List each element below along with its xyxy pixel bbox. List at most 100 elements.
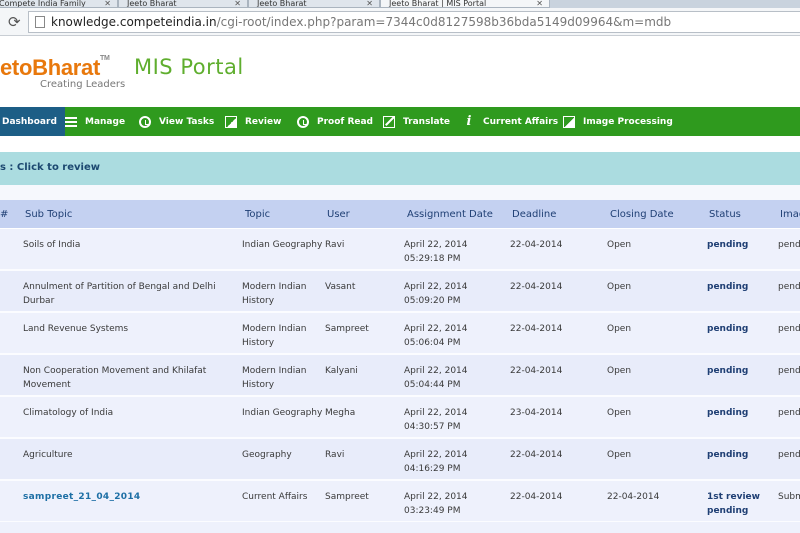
cell-user: Ravi xyxy=(325,240,345,250)
cell-status: pending xyxy=(707,324,749,334)
info-icon: i xyxy=(466,113,472,129)
table-row[interactable]: Land Revenue Systems Modern Indian Histo… xyxy=(0,313,800,355)
cell-closing-date: Open xyxy=(607,450,632,460)
column-header-sub-topic[interactable]: Sub Topic xyxy=(25,209,72,220)
cell-closing-date: Open xyxy=(607,240,632,250)
cell-image: pend xyxy=(778,450,800,460)
cell-sub-topic-link[interactable]: sampreet_21_04_2014 xyxy=(23,490,223,504)
portal-title: MIS Portal xyxy=(134,55,244,79)
nav-image-processing[interactable]: Image Processing xyxy=(563,107,673,136)
cell-deadline: 22-04-2014 xyxy=(510,324,563,334)
image-icon xyxy=(563,115,575,128)
cell-assignment-date: April 22, 2014 05:06:04 PM xyxy=(404,324,468,348)
review-banner: s : Click to review xyxy=(0,152,800,185)
column-header-index: # xyxy=(0,209,9,220)
cell-assignment-date: April 22, 2014 04:30:57 PM xyxy=(404,408,468,432)
cell-closing-date: Open xyxy=(607,408,632,418)
cell-sub-topic: Land Revenue Systems xyxy=(23,324,129,334)
nav-gap xyxy=(0,136,800,152)
table-row[interactable]: Agriculture Geography Ravi April 22, 201… xyxy=(0,439,800,481)
list-icon xyxy=(65,116,77,127)
table-spacer xyxy=(0,185,800,200)
nav-translate[interactable]: Translate xyxy=(383,107,450,136)
column-header-user[interactable]: User xyxy=(327,209,350,220)
cell-user: Vasant xyxy=(325,282,356,292)
address-bar[interactable]: knowledge.competeindia.in/cgi-root/index… xyxy=(28,11,800,33)
cell-deadline: 22-04-2014 xyxy=(510,366,563,376)
close-icon[interactable]: ✕ xyxy=(234,0,241,7)
cell-topic: Indian Geography xyxy=(242,408,323,418)
browser-tab[interactable]: Compete India Family ✕ xyxy=(0,0,118,8)
browser-tab[interactable]: Jeeto Bharat ✕ xyxy=(248,0,380,8)
cell-assignment-date: April 22, 2014 04:16:29 PM xyxy=(404,450,468,474)
edit-icon xyxy=(383,115,395,128)
table-row[interactable]: sampreet_21_04_2014 Current Affairs Samp… xyxy=(0,481,800,523)
column-header-image[interactable]: Imag xyxy=(780,209,800,220)
nav-proof-read[interactable]: Proof Read xyxy=(297,107,373,136)
browser-toolbar: ⟳ knowledge.competeindia.in/cgi-root/ind… xyxy=(0,8,800,36)
table-row[interactable]: Annulment of Partition of Bengal and Del… xyxy=(0,271,800,313)
cell-status: 1st review pending xyxy=(707,492,760,516)
nav-view-tasks[interactable]: View Tasks xyxy=(139,107,214,136)
image-icon xyxy=(225,115,237,128)
cell-assignment-date: April 22, 2014 05:09:20 PM xyxy=(404,282,468,306)
nav-manage[interactable]: Manage xyxy=(65,107,125,136)
cell-status: pending xyxy=(707,240,749,250)
table-row[interactable]: Climatology of India Indian Geography Me… xyxy=(0,397,800,439)
click-to-review-link[interactable]: s : Click to review xyxy=(0,162,100,173)
table-header: # Sub Topic Topic User Assignment Date D… xyxy=(0,200,800,228)
column-header-topic[interactable]: Topic xyxy=(245,209,270,220)
table-row[interactable]: Soils of India Indian Geography Ravi Apr… xyxy=(0,229,800,271)
cell-topic: Geography xyxy=(242,450,292,460)
cell-status: pending xyxy=(707,408,749,418)
main-nav: Dashboard Manage View Tasks Review Proof… xyxy=(0,107,800,136)
reload-icon[interactable]: ⟳ xyxy=(8,13,21,31)
column-header-assignment-date[interactable]: Assignment Date xyxy=(407,209,493,220)
close-icon[interactable]: ✕ xyxy=(536,0,543,7)
cell-topic: Current Affairs xyxy=(242,492,308,502)
nav-dashboard[interactable]: Dashboard xyxy=(0,107,65,136)
cell-status: pending xyxy=(707,450,749,460)
nav-review[interactable]: Review xyxy=(225,107,281,136)
cell-topic: Modern Indian History xyxy=(242,366,307,390)
column-header-status[interactable]: Status xyxy=(709,209,741,220)
cell-assignment-date: April 22, 2014 05:04:44 PM xyxy=(404,366,468,390)
column-header-closing-date[interactable]: Closing Date xyxy=(610,209,674,220)
cell-topic: Indian Geography xyxy=(242,240,323,250)
browser-tabstrip: Compete India Family ✕ Jeeto Bharat ✕ Jeet… xyxy=(0,0,800,8)
logo-tagline: Creating Leaders xyxy=(40,79,126,90)
site-header: etoBharatTM Creating Leaders MIS Portal xyxy=(0,37,800,107)
cell-sub-topic: Non Cooperation Movement and Khilafat Mo… xyxy=(23,366,207,390)
cell-assignment-date: April 22, 2014 03:23:49 PM xyxy=(404,492,468,516)
cell-sub-topic: Soils of India xyxy=(23,240,81,250)
cell-closing-date: 22-04-2014 xyxy=(607,492,660,502)
nav-current-affairs[interactable]: i Current Affairs xyxy=(463,107,559,136)
clock-icon xyxy=(297,115,309,128)
cell-closing-date: Open xyxy=(607,366,632,376)
cell-user: Sampreet xyxy=(325,324,369,334)
close-icon[interactable]: ✕ xyxy=(366,0,373,7)
cell-status: pending xyxy=(707,282,749,292)
cell-deadline: 22-04-2014 xyxy=(510,240,563,250)
clock-icon xyxy=(139,115,151,128)
cell-assignment-date: April 22, 2014 05:29:18 PM xyxy=(404,240,468,264)
cell-user: Ravi xyxy=(325,450,345,460)
browser-tab[interactable]: Jeeto Bharat ✕ xyxy=(118,0,248,8)
cell-user: Megha xyxy=(325,408,356,418)
site-logo[interactable]: etoBharatTM xyxy=(0,55,110,81)
cell-deadline: 22-04-2014 xyxy=(510,492,563,502)
cell-user: Sampreet xyxy=(325,492,369,502)
table-row[interactable]: Non Cooperation Movement and Khilafat Mo… xyxy=(0,355,800,397)
cell-image: pend xyxy=(778,282,800,292)
cell-image: Subm 23-0 xyxy=(778,492,800,502)
cell-image: pend xyxy=(778,366,800,376)
url-text: knowledge.competeindia.in/cgi-root/index… xyxy=(51,15,672,29)
browser-tab-active[interactable]: Jeeto Bharat | MIS Portal ✕ xyxy=(380,0,550,8)
column-header-deadline[interactable]: Deadline xyxy=(512,209,556,220)
close-icon[interactable]: ✕ xyxy=(104,0,111,7)
cell-status: pending xyxy=(707,366,749,376)
cell-sub-topic: Annulment of Partition of Bengal and Del… xyxy=(23,282,216,306)
cell-sub-topic: Agriculture xyxy=(23,450,73,460)
cell-image: pend xyxy=(778,324,800,334)
cell-topic: Modern Indian History xyxy=(242,282,307,306)
